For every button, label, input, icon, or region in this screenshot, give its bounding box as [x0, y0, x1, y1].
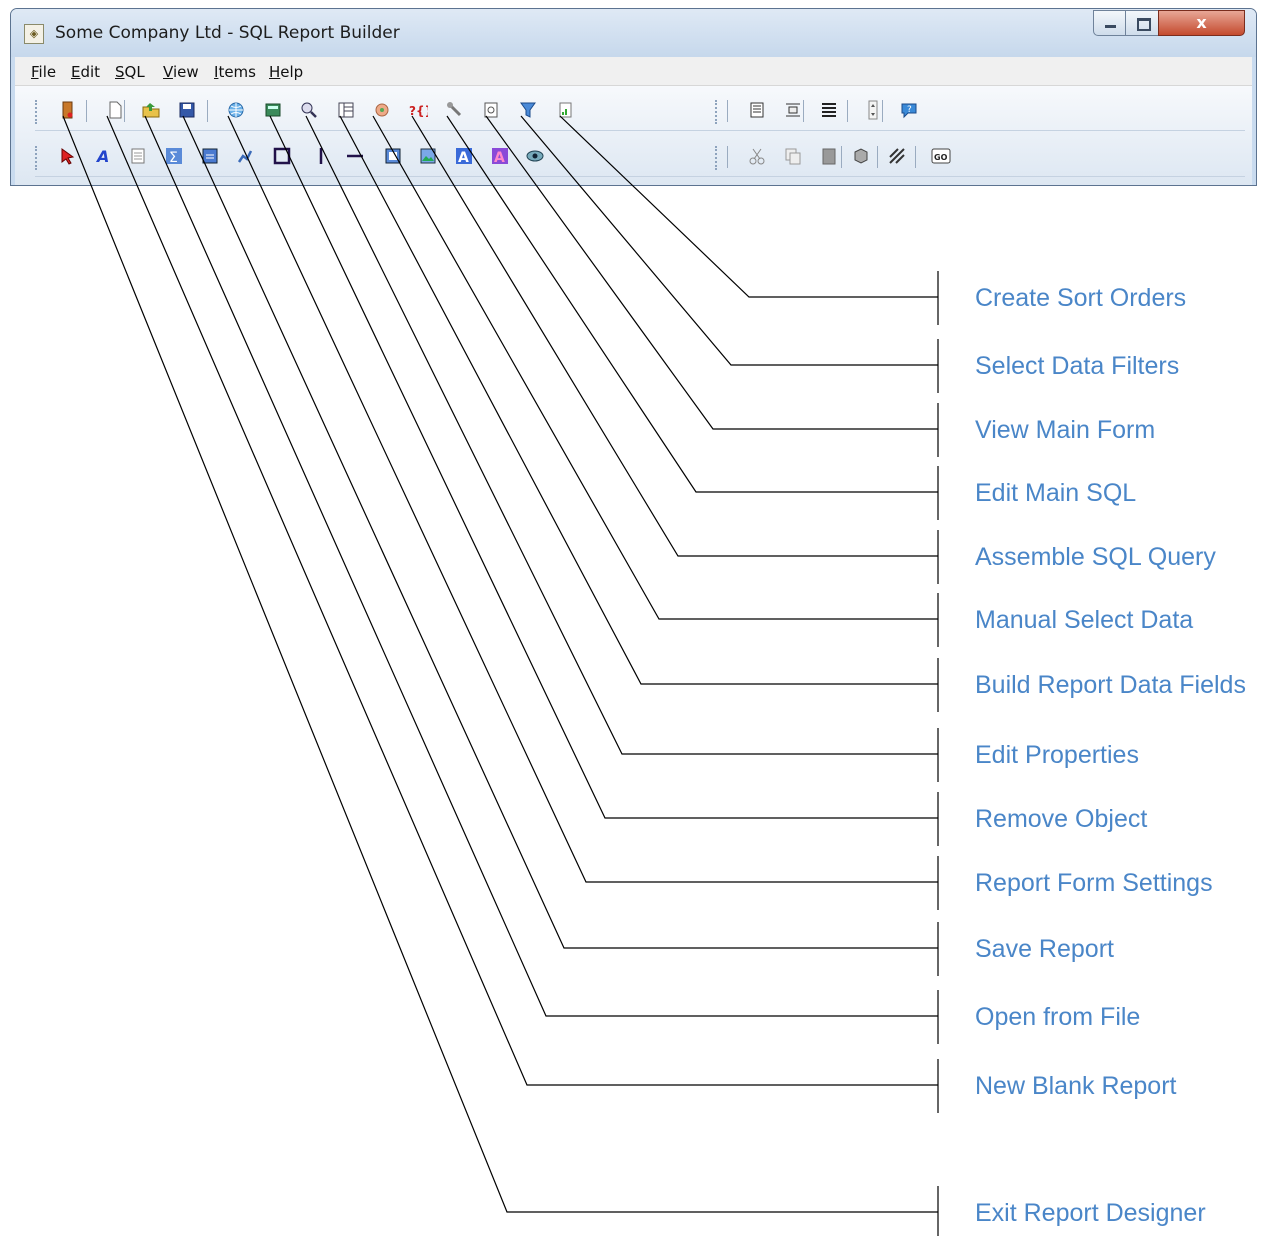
- callout-label: Select Data Filters: [975, 352, 1180, 380]
- callout-label: Edit Properties: [975, 741, 1139, 769]
- callout-label: Manual Select Data: [975, 606, 1194, 634]
- callout-label: Edit Main SQL: [975, 479, 1137, 507]
- callout-label: New Blank Report: [975, 1072, 1177, 1100]
- callout-label: Open from File: [975, 1003, 1141, 1031]
- callout-leader-line: [559, 115, 938, 298]
- callout-leader-line: [144, 115, 938, 1017]
- callout-label: View Main Form: [975, 416, 1156, 444]
- callout-label: Exit Report Designer: [975, 1199, 1206, 1227]
- callout-label: Assemble SQL Query: [975, 543, 1216, 571]
- callout-leader-line: [446, 115, 938, 493]
- callout-label: Create Sort Orders: [975, 284, 1187, 312]
- callout-leader-line: [485, 115, 938, 430]
- callout-leader-line: [339, 115, 938, 685]
- callout-label: Build Report Data Fields: [975, 671, 1246, 699]
- callout-leader-line: [62, 115, 938, 1213]
- callout-leader-line: [269, 115, 938, 819]
- callout-label: Save Report: [975, 935, 1114, 963]
- callout-label: Remove Object: [975, 805, 1148, 833]
- callout-leader-line: [520, 115, 938, 366]
- callout-label: Report Form Settings: [975, 869, 1213, 897]
- callout-leader-line: [106, 115, 938, 1086]
- callout-leader-line: [227, 115, 938, 883]
- callout-leader-line: [305, 115, 938, 755]
